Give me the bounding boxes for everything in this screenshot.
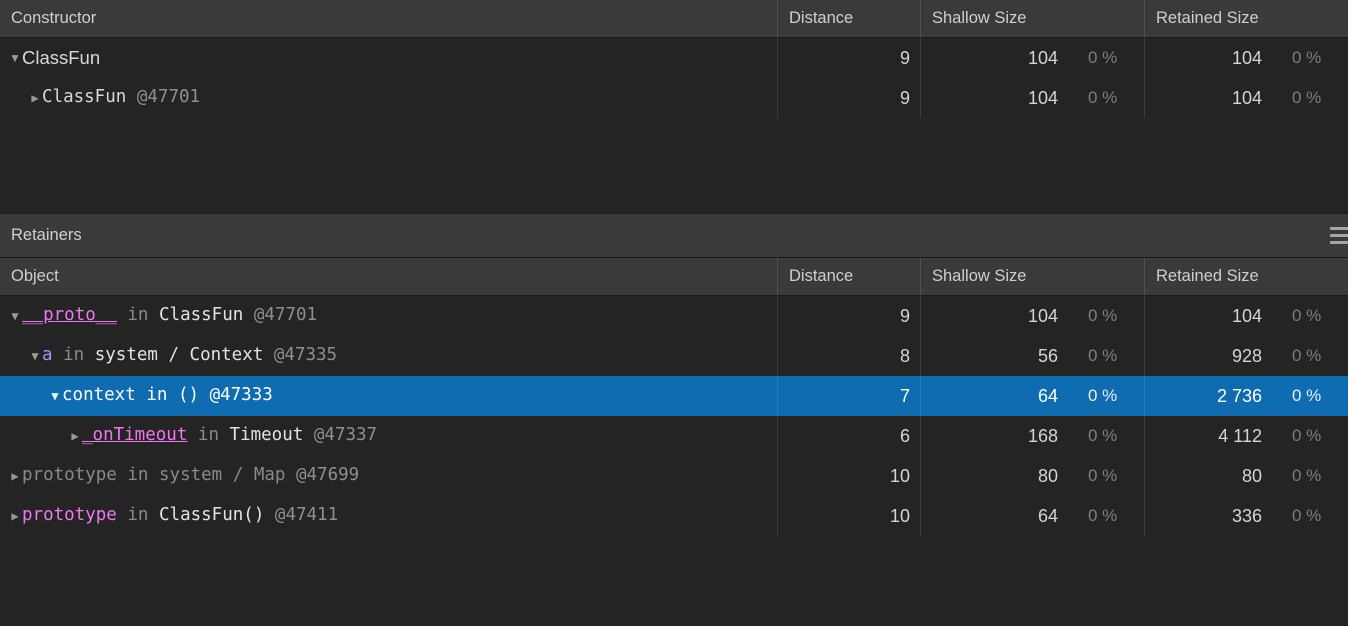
column-header-label: Retained Size: [1156, 9, 1259, 27]
retained-size-cell: 928 0 %: [1231, 345, 1322, 366]
table-row[interactable]: ▼ ClassFun 9 104 0 % 104 0 %: [0, 38, 1348, 78]
shallow-size-cell: 80 0 %: [921, 456, 1145, 496]
object-cell: ▶ _onTimeout in Timeout @47337: [0, 416, 778, 456]
column-header-constructor[interactable]: Constructor: [0, 0, 778, 37]
shallow-size-cell: 64 0 %: [921, 496, 1145, 536]
tree-node: ▼ __proto__ in ClassFun @47701: [8, 307, 317, 325]
distance-cell: 9: [778, 296, 921, 336]
column-header-label: Distance: [789, 267, 854, 285]
table-row[interactable]: ▶ ClassFun @47701 9 104 0 % 104 0 %: [0, 78, 1348, 118]
table-row[interactable]: ▶ prototype in system / Map @47699 10 80 0 %…: [0, 456, 1348, 496]
tree-node-label: _onTimeout in Timeout @47337: [82, 425, 378, 446]
chevron-down-icon[interactable]: ▼: [8, 310, 22, 322]
chevron-right-icon[interactable]: ▶: [28, 92, 42, 104]
retainers-table-body: ▼ __proto__ in ClassFun @47701 9 104 0 % 104 0…: [0, 296, 1348, 536]
column-header-retained-size[interactable]: Retained Size: [1145, 258, 1348, 295]
retained-size-cell: 2 736 0 %: [1216, 385, 1322, 406]
retained-size-cell: 104 0 %: [1231, 305, 1322, 326]
tree-node: ▶ _onTimeout in Timeout @47337: [8, 427, 377, 445]
constructor-cell: ▶ ClassFun @47701: [0, 78, 778, 118]
chevron-right-icon[interactable]: ▶: [8, 510, 22, 522]
chevron-right-icon[interactable]: ▶: [8, 470, 22, 482]
column-header-label: Shallow Size: [932, 9, 1027, 27]
shallow-size-cell: 168 0 %: [921, 416, 1145, 456]
hamburger-line: [1330, 234, 1348, 237]
chevron-down-icon[interactable]: ▼: [8, 52, 22, 64]
hamburger-icon[interactable]: [1330, 227, 1348, 244]
column-header-shallow-size[interactable]: Shallow Size: [921, 0, 1145, 37]
constructor-table-body: ▼ ClassFun 9 104 0 % 104 0 % ▶ ClassFun @47701 9 1…: [0, 38, 1348, 118]
tree-node-label: ClassFun @47701: [42, 87, 201, 108]
constructor-panel: Constructor Distance Shallow Size Retain…: [0, 0, 1348, 213]
retainers-table-header: Object Distance Shallow Size Retained Si…: [0, 258, 1348, 296]
retained-size-cell: 336 0 %: [1231, 505, 1322, 526]
retained-size-cell: 104 0 %: [1231, 87, 1322, 108]
table-row[interactable]: ▶ _onTimeout in Timeout @47337 6 168 0 % 4 11…: [0, 416, 1348, 456]
table-row[interactable]: ▼ context in () @47333 7 64 0 % 2 736 0 %: [0, 376, 1348, 416]
tree-node-label: a in system / Context @47335: [42, 345, 338, 366]
hamburger-line: [1330, 227, 1348, 230]
column-header-shallow-size[interactable]: Shallow Size: [921, 258, 1145, 295]
distance-cell: 9: [778, 78, 921, 118]
tree-node-label: prototype in system / Map @47699: [22, 465, 360, 486]
object-cell: ▶ prototype in system / Map @47699: [0, 456, 778, 496]
tree-node: ▶ prototype in system / Map @47699: [8, 467, 359, 485]
tree-node: ▼ ClassFun: [8, 46, 101, 68]
object-cell: ▼ a in system / Context @47335: [0, 336, 778, 376]
column-header-label: Object: [11, 267, 59, 285]
tree-node-label: prototype in ClassFun() @47411: [22, 505, 339, 526]
retainers-title: Retainers: [11, 226, 82, 244]
shallow-size-cell: 104 0 %: [921, 296, 1145, 336]
tree-node: ▼ a in system / Context @47335: [8, 347, 337, 365]
hamburger-line: [1330, 241, 1348, 244]
table-row[interactable]: ▼ a in system / Context @47335 8 56 0 % 928 0 …: [0, 336, 1348, 376]
shallow-size-cell: 104 0 %: [921, 78, 1145, 118]
retained-size-cell: 80 0 %: [1241, 465, 1322, 486]
tree-node-label: __proto__ in ClassFun @47701: [22, 305, 318, 326]
object-cell: ▶ prototype in ClassFun() @47411: [0, 496, 778, 536]
table-row[interactable]: ▼ __proto__ in ClassFun @47701 9 104 0 % 104 0…: [0, 296, 1348, 336]
chevron-down-icon[interactable]: ▼: [28, 350, 42, 362]
tree-node: ▼ context in () @47333: [8, 385, 273, 406]
constructor-cell: ▼ ClassFun: [0, 38, 778, 78]
chevron-down-icon[interactable]: ▼: [48, 390, 62, 402]
distance-cell: 8: [778, 336, 921, 376]
object-cell: ▼ context in () @47333: [0, 376, 778, 416]
tree-node-label: context in () @47333: [62, 385, 273, 406]
shallow-size-cell: 104 0 %: [921, 38, 1145, 78]
distance-cell: 10: [778, 456, 921, 496]
column-header-distance[interactable]: Distance: [778, 0, 921, 37]
retained-size-cell: 104 0 %: [1231, 47, 1322, 68]
constructor-table-header: Constructor Distance Shallow Size Retain…: [0, 0, 1348, 38]
tree-node: ▶ prototype in ClassFun() @47411: [8, 507, 338, 525]
column-header-label: Constructor: [11, 9, 97, 27]
retained-size-cell: 4 112 0 %: [1218, 425, 1322, 446]
distance-cell: 9: [778, 38, 921, 78]
shallow-size-cell: 56 0 %: [921, 336, 1145, 376]
column-header-object[interactable]: Object: [0, 258, 778, 295]
table-row[interactable]: ▶ prototype in ClassFun() @47411 10 64 0 % 33…: [0, 496, 1348, 536]
distance-cell: 10: [778, 496, 921, 536]
distance-cell: 7: [778, 376, 921, 416]
column-header-label: Retained Size: [1156, 267, 1259, 285]
column-header-distance[interactable]: Distance: [778, 258, 921, 295]
tree-node-label: ClassFun: [22, 46, 101, 68]
chevron-right-icon[interactable]: ▶: [68, 430, 82, 442]
column-header-label: Distance: [789, 9, 854, 27]
object-cell: ▼ __proto__ in ClassFun @47701: [0, 296, 778, 336]
shallow-size-cell: 64 0 %: [921, 376, 1145, 416]
tree-node: ▶ ClassFun @47701: [8, 89, 200, 107]
column-header-label: Shallow Size: [932, 267, 1027, 285]
retainers-section-bar: Retainers: [0, 213, 1348, 258]
distance-cell: 6: [778, 416, 921, 456]
column-header-retained-size[interactable]: Retained Size: [1145, 0, 1348, 37]
retainers-panel: Object Distance Shallow Size Retained Si…: [0, 258, 1348, 626]
